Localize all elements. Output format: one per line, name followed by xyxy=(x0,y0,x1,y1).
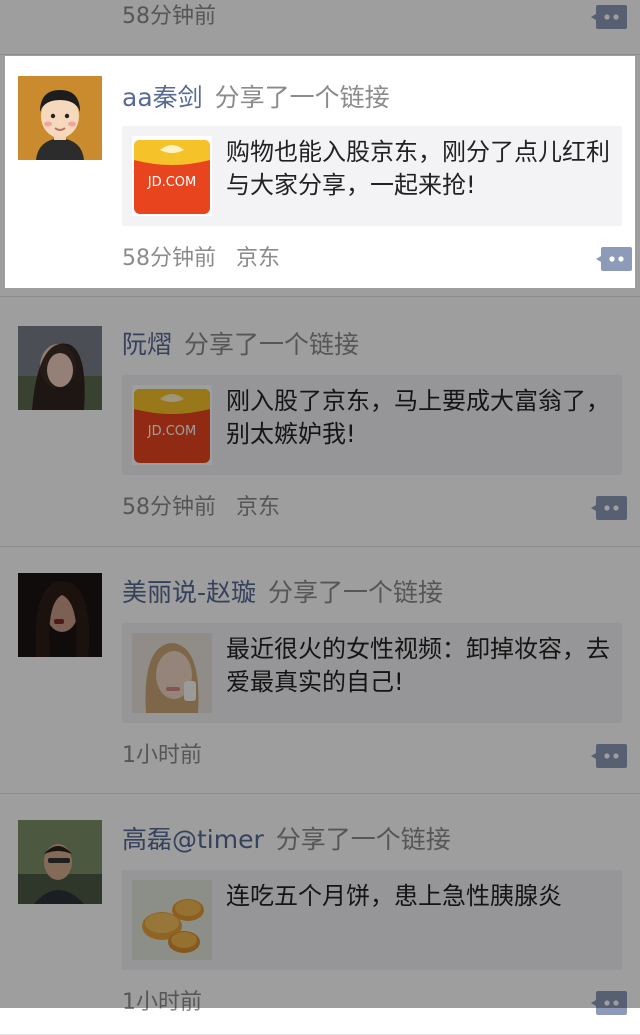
jd-logo-icon: JD.COM xyxy=(132,385,212,465)
link-title: 刚入股了京东，马上要成大富翁了，别太嫉妒我! xyxy=(226,387,610,448)
post-author[interactable]: 高磊@timer xyxy=(122,825,264,854)
post-meta: 1小时前 xyxy=(122,986,202,1020)
avatar[interactable] xyxy=(18,326,102,410)
post-author[interactable]: 阮熠 xyxy=(122,330,172,359)
post-author[interactable]: aa秦剑 xyxy=(122,83,203,112)
post-meta: 1小时前 xyxy=(122,739,202,773)
post-action: 分享了一个链接 xyxy=(268,578,444,607)
post-time: 58分钟前 xyxy=(122,4,216,29)
post-source[interactable]: 京东 xyxy=(236,246,280,271)
link-title: 最近很火的女性视频：卸掉妆容，去爱最真实的自己! xyxy=(226,635,610,696)
feed-post: 阮熠 分享了一个链接 JD.COM 刚入股了京东，马上要成大富翁了，别太嫉妒我! … xyxy=(0,303,640,547)
comment-button[interactable] xyxy=(590,493,628,523)
comment-button[interactable] xyxy=(595,244,633,274)
comment-bubble-icon xyxy=(591,991,627,1015)
svg-text:JD.COM: JD.COM xyxy=(147,175,197,190)
post-time: 58分钟前 xyxy=(122,495,216,520)
shared-link-card[interactable]: 连吃五个月饼，患上急性胰腺炎 xyxy=(122,870,622,970)
highlighted-post: aa秦剑 分享了一个链接 JD.COM 购物也能入股京东，刚分了点儿红利与大家分享… xyxy=(5,56,635,288)
post-meta: 58分钟前 xyxy=(122,0,216,34)
svg-text:JD.COM: JD.COM xyxy=(147,424,197,439)
link-thumbnail: JD.COM xyxy=(132,136,212,216)
link-thumbnail xyxy=(132,633,212,713)
post-source[interactable]: 京东 xyxy=(236,495,280,520)
link-title: 购物也能入股京东，刚分了点儿红利与大家分享，一起来抢! xyxy=(226,138,610,199)
comment-button[interactable] xyxy=(590,988,628,1018)
feed-post: 高磊@timer 分享了一个链接 连吃五个月饼，患上急性胰腺炎 1小时前 xyxy=(0,794,640,1035)
post-time: 58分钟前 xyxy=(122,246,216,271)
feed-post: aa秦剑 分享了一个链接 JD.COM 购物也能入股京东，刚分了点儿红利与大家分享… xyxy=(5,56,635,288)
avatar[interactable] xyxy=(18,573,102,657)
post-time: 1小时前 xyxy=(122,743,202,768)
link-thumbnail xyxy=(132,880,212,960)
comment-button[interactable] xyxy=(590,2,628,32)
jd-logo-icon: JD.COM xyxy=(132,136,212,216)
comment-button[interactable] xyxy=(590,741,628,771)
feed-post-partial: 58分钟前 xyxy=(0,0,640,55)
shared-link-card[interactable]: 最近很火的女性视频：卸掉妆容，去爱最真实的自己! xyxy=(122,623,622,723)
post-time: 1小时前 xyxy=(122,990,202,1015)
comment-bubble-icon xyxy=(591,496,627,520)
post-meta: 58分钟前 京东 xyxy=(122,491,280,525)
link-thumbnail: JD.COM xyxy=(132,385,212,465)
shared-link-card[interactable]: JD.COM 刚入股了京东，马上要成大富翁了，别太嫉妒我! xyxy=(122,375,622,475)
avatar[interactable] xyxy=(18,820,102,904)
avatar[interactable] xyxy=(18,76,102,160)
post-author[interactable]: 美丽说-赵璇 xyxy=(122,578,256,607)
shared-link-card[interactable]: JD.COM 购物也能入股京东，刚分了点儿红利与大家分享，一起来抢! xyxy=(122,126,622,226)
post-meta: 58分钟前 京东 xyxy=(122,242,280,276)
comment-bubble-icon xyxy=(591,5,627,29)
post-action: 分享了一个链接 xyxy=(275,825,451,854)
post-action: 分享了一个链接 xyxy=(214,83,390,112)
link-title: 连吃五个月饼，患上急性胰腺炎 xyxy=(226,882,562,910)
feed-post: 美丽说-赵璇 分享了一个链接 最近很火的女性视频：卸掉妆容，去爱最真实的自己! 1… xyxy=(0,547,640,794)
comment-bubble-icon xyxy=(596,247,632,271)
comment-bubble-icon xyxy=(591,744,627,768)
post-action: 分享了一个链接 xyxy=(184,330,360,359)
